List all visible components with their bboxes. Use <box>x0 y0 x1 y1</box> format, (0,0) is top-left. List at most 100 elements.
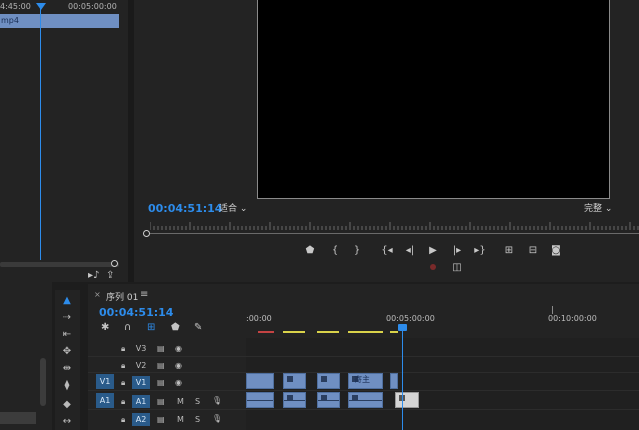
lock-icon[interactable]: 🔒︎ <box>121 415 125 425</box>
program-zoom-handle[interactable] <box>143 230 150 237</box>
video-clip[interactable] <box>283 373 306 389</box>
project-bar[interactable] <box>0 412 36 424</box>
slip-tool-icon[interactable]: ◆ <box>58 398 76 412</box>
track-name-v1[interactable]: V1 <box>132 376 150 389</box>
wrench-icon[interactable]: ✎ <box>194 322 202 333</box>
sync-lock-icon[interactable]: ▤ <box>157 397 165 406</box>
source-ruler-right: 00:05:00:00 <box>68 2 117 11</box>
eye-icon[interactable]: ◉ <box>175 361 182 370</box>
audio-clip[interactable] <box>283 392 306 408</box>
source-zoom-handle[interactable] <box>111 260 118 267</box>
track-separator <box>88 390 639 391</box>
fx-badge <box>352 395 358 401</box>
mark-in-icon[interactable]: { <box>328 245 342 257</box>
program-scrub-track[interactable] <box>148 233 639 234</box>
step-back-icon[interactable]: ◂| <box>403 245 417 257</box>
video-clip[interactable] <box>317 373 340 389</box>
source-ruler[interactable]: 4:45:00 00:05:00:00 <box>0 0 128 14</box>
project-scrollbar[interactable] <box>40 358 46 406</box>
video-clip[interactable] <box>246 373 274 389</box>
nest-icon[interactable]: ✱ <box>101 322 109 333</box>
waveform <box>247 400 273 401</box>
sync-lock-icon[interactable]: ▤ <box>157 415 165 424</box>
rate-stretch-tool-icon[interactable]: ⇹ <box>58 362 76 376</box>
clip-label: 寄主 <box>354 375 370 384</box>
solo-toggle[interactable]: S <box>195 397 200 406</box>
linked-selection-icon[interactable]: ⊞ <box>147 322 155 333</box>
sync-lock-icon[interactable]: ▤ <box>157 344 165 353</box>
comparison-view-icon[interactable]: ◫ <box>450 262 464 274</box>
lift-icon[interactable]: ⊞ <box>502 245 516 257</box>
audio-clip[interactable] <box>348 392 383 408</box>
source-patch-v1[interactable]: V1 <box>96 374 114 389</box>
mute-toggle[interactable]: M <box>177 415 184 424</box>
snap-icon[interactable]: ∩ <box>124 322 131 333</box>
microphone-icon[interactable]: 🎙︎ <box>212 414 222 423</box>
audio-clip[interactable] <box>317 392 340 408</box>
lock-icon[interactable]: 🔒︎ <box>121 378 125 388</box>
timeline-timecode[interactable]: 00:04:51:14 <box>99 306 173 319</box>
ripple-edit-tool-icon[interactable]: ⇤ <box>58 328 76 342</box>
mute-toggle[interactable]: M <box>177 397 184 406</box>
close-icon[interactable]: × <box>94 290 101 299</box>
export-frame-icon[interactable]: ◙ <box>549 245 563 257</box>
sync-lock-icon[interactable]: ▤ <box>157 361 165 370</box>
track-select-tool-icon[interactable]: ⇢ <box>58 311 76 325</box>
razor-tool-icon[interactable]: ⧫ <box>58 379 76 393</box>
lock-icon[interactable]: 🔒︎ <box>121 361 125 371</box>
render-bar-red <box>258 331 274 333</box>
step-forward-icon[interactable]: |▸ <box>450 245 464 257</box>
ruler-tick <box>552 306 553 314</box>
track-name-a1[interactable]: A1 <box>132 395 150 408</box>
program-timecode[interactable]: 00:04:51:14 <box>148 202 222 215</box>
extract-icon[interactable]: ⊟ <box>526 245 540 257</box>
track-separator <box>88 356 639 357</box>
program-ruler[interactable] <box>150 222 639 230</box>
source-ruler-left: 4:45:00 <box>0 2 31 11</box>
source-patch-a1[interactable]: A1 <box>96 393 114 408</box>
export-icon[interactable]: ⇪ <box>106 270 114 281</box>
source-playhead[interactable] <box>36 3 46 10</box>
timeline-playhead[interactable] <box>398 324 407 331</box>
track-name-a2[interactable]: A2 <box>132 413 150 426</box>
fx-badge <box>321 376 327 382</box>
timeline-playhead-line <box>402 328 403 430</box>
lock-icon[interactable]: 🔒︎ <box>121 397 125 407</box>
marker-icon[interactable]: ⬟ <box>303 245 317 257</box>
source-monitor <box>0 0 128 282</box>
panel-menu-icon[interactable]: ≡ <box>140 289 148 300</box>
play-icon[interactable]: ▶ <box>426 245 440 257</box>
chevron-down-icon: ⌄ <box>239 204 248 214</box>
selected-audio-clip[interactable] <box>395 392 419 408</box>
sync-lock-icon[interactable]: ▤ <box>157 378 165 387</box>
eye-icon[interactable]: ◉ <box>175 378 182 387</box>
eye-icon[interactable]: ◉ <box>175 344 182 353</box>
track-name-v2[interactable]: V2 <box>132 359 150 372</box>
selection-tool-icon[interactable]: ▲ <box>58 294 76 308</box>
go-to-in-icon[interactable]: {◂ <box>380 245 394 257</box>
go-to-out-icon[interactable]: ▸} <box>473 245 487 257</box>
microphone-icon[interactable]: 🎙︎ <box>212 396 222 405</box>
track-name-v3[interactable]: V3 <box>132 342 150 355</box>
record-icon[interactable] <box>430 264 436 270</box>
source-clip[interactable]: mp4 <box>0 14 119 28</box>
ruler-label-10min: 00:10:00:00 <box>548 314 597 323</box>
rolling-edit-tool-icon[interactable]: ✥ <box>58 345 76 359</box>
add-marker-icon[interactable]: ⬟ <box>171 322 180 333</box>
video-clip[interactable] <box>390 373 398 389</box>
solo-toggle[interactable]: S <box>195 415 200 424</box>
project-panel <box>0 282 52 430</box>
sequence-tab[interactable]: 序列 01 <box>106 290 138 303</box>
pen-tool-icon[interactable]: ↔ <box>58 415 76 429</box>
quality-select-value: 完整 <box>584 204 603 214</box>
render-bar-yellow <box>283 331 305 333</box>
insert-icon[interactable]: ▸♪ <box>88 270 99 281</box>
fit-select[interactable]: 适合 ⌄ <box>219 201 247 214</box>
source-scrollbar[interactable] <box>0 262 119 267</box>
audio-clip[interactable] <box>246 392 274 408</box>
quality-select[interactable]: 完整 ⌄ <box>584 201 612 214</box>
timeline-ruler[interactable]: :00:00 00:05:00:00 00:10:00:00 <box>246 304 639 334</box>
mark-out-icon[interactable]: } <box>350 245 364 257</box>
lock-icon[interactable]: 🔒︎ <box>121 344 125 354</box>
fx-badge <box>287 376 293 382</box>
